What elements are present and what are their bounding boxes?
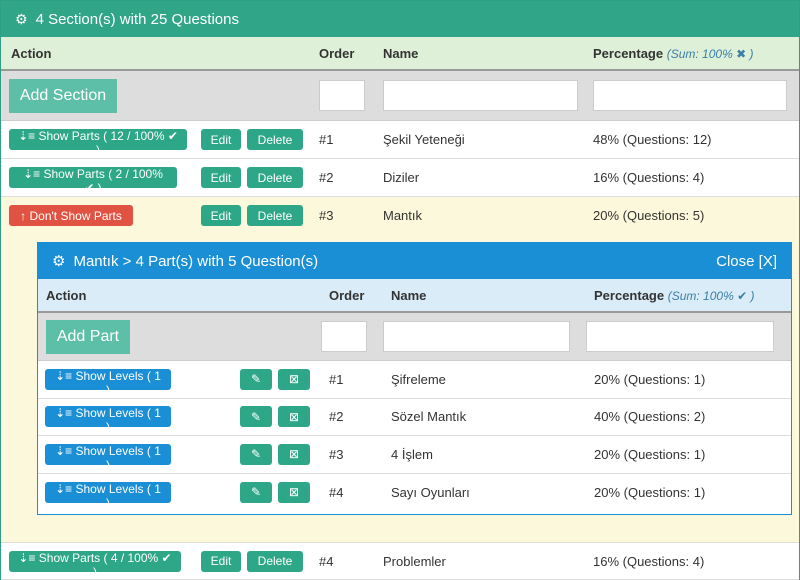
show-levels-button[interactable]: ⇣≡ Show Levels ( 1 ): [45, 368, 171, 397]
sum-indicator: (Sum: 100% ✔ ): [667, 288, 755, 303]
delete-button[interactable]: Delete: [247, 167, 303, 188]
part-row: ⇣≡ Show Levels ( 1 ) ✎ ⊠ #3 4 İşlem 20% …: [38, 436, 791, 474]
section-order: #2: [319, 170, 334, 185]
section-order: #3: [319, 208, 334, 223]
section-order: #1: [319, 132, 334, 147]
sections-panel: ⚙ 4 Section(s) with 25 Questions Action …: [0, 0, 800, 580]
name-input[interactable]: [383, 80, 578, 111]
edit-button[interactable]: Edit: [201, 550, 241, 572]
section-row-active: ↑ Don't Show Parts Edit Delete #3 Mantık…: [1, 197, 799, 235]
part-percentage: 40% (Questions: 2): [594, 409, 706, 425]
part-order-input[interactable]: [321, 321, 367, 352]
section-order: #4: [319, 553, 334, 569]
section-row: ⇣≡ Show Parts ( 4 / 100% ✔ ) Edit Delete…: [1, 542, 799, 580]
col-action: Action: [46, 287, 87, 303]
edit-button[interactable]: Edit: [201, 129, 241, 150]
show-parts-button[interactable]: ⇣≡ Show Parts ( 12 / 100% ✔ ): [9, 129, 187, 157]
part-percentage-input[interactable]: [586, 321, 774, 352]
hide-parts-button[interactable]: ↑ Don't Show Parts: [9, 205, 133, 226]
part-order: #3: [329, 446, 344, 462]
close-panel-link[interactable]: Close [X]: [716, 253, 777, 270]
col-order: Order: [329, 287, 365, 303]
edit-icon[interactable]: ✎: [240, 368, 272, 390]
delete-icon[interactable]: ⊠: [278, 481, 310, 503]
sections-column-header: Action Order Name Percentage (Sum: 100% …: [1, 37, 799, 71]
part-order: #4: [329, 484, 344, 500]
parts-title: Mantık > 4 Part(s) with 5 Question(s): [73, 253, 319, 270]
gear-icon: ⚙: [52, 253, 66, 270]
section-name: Mantık: [383, 208, 423, 223]
show-parts-button[interactable]: ⇣≡ Show Parts ( 2 / 100% ✔ ): [9, 167, 177, 195]
part-percentage: 20% (Questions: 1): [594, 484, 706, 500]
sections-title: 4 Section(s) with 25 Questions: [35, 10, 239, 28]
section-percentage: 16% (Questions: 4): [593, 170, 705, 185]
section-percentage: 16% (Questions: 4): [593, 553, 705, 569]
x-icon: ✖: [736, 46, 747, 61]
sum-indicator: (Sum: 100% ✖ ): [666, 46, 754, 61]
part-name: 4 İşlem: [391, 446, 433, 462]
part-name: Şifreleme: [391, 371, 446, 387]
delete-button[interactable]: Delete: [247, 550, 303, 572]
section-name: Şekil Yeteneği: [383, 132, 465, 147]
section-row: ⇣≡ Show Parts ( 12 / 100% ✔ ) Edit Delet…: [1, 121, 799, 159]
order-input[interactable]: [319, 80, 365, 111]
part-percentage: 20% (Questions: 1): [594, 371, 706, 387]
parts-column-header: Action Order Name Percentage (Sum: 100% …: [38, 279, 791, 313]
delete-icon[interactable]: ⊠: [278, 406, 310, 428]
part-row: ⇣≡ Show Levels ( 1 ) ✎ ⊠ #2 Sözel Mantık…: [38, 399, 791, 436]
part-order: #2: [329, 409, 344, 425]
add-section-button[interactable]: Add Section: [9, 78, 117, 113]
percentage-input[interactable]: [593, 80, 787, 111]
sections-header: ⚙ 4 Section(s) with 25 Questions: [1, 1, 799, 37]
delete-button[interactable]: Delete: [247, 205, 303, 226]
col-percentage: Percentage (Sum: 100% ✖ ): [593, 45, 754, 61]
part-row: ⇣≡ Show Levels ( 1 ) ✎ ⊠ #4 Sayı Oyunlar…: [38, 474, 791, 512]
delete-icon[interactable]: ⊠: [278, 368, 310, 390]
parts-header: ⚙ Mantık > 4 Part(s) with 5 Question(s) C…: [38, 243, 791, 279]
col-action: Action: [11, 45, 52, 61]
gear-icon: ⚙: [15, 10, 28, 27]
check-icon: ✔: [737, 288, 748, 303]
show-parts-button[interactable]: ⇣≡ Show Parts ( 4 / 100% ✔ ): [9, 550, 181, 579]
part-percentage: 20% (Questions: 1): [594, 446, 706, 462]
col-name: Name: [383, 45, 419, 61]
add-part-row: Add Part: [38, 313, 791, 361]
section-percentage: 48% (Questions: 12): [593, 132, 712, 147]
add-part-button[interactable]: Add Part: [46, 319, 130, 354]
part-name: Sözel Mantık: [391, 409, 467, 425]
section-row: ⇣≡ Show Parts ( 2 / 100% ✔ ) Edit Delete…: [1, 159, 799, 197]
part-name-input[interactable]: [383, 321, 570, 352]
section-name: Problemler: [383, 553, 446, 569]
arrow-up-icon: ↑: [20, 208, 27, 223]
edit-button[interactable]: Edit: [201, 205, 241, 226]
show-levels-button[interactable]: ⇣≡ Show Levels ( 1 ): [45, 406, 171, 434]
delete-button[interactable]: Delete: [247, 129, 303, 150]
edit-button[interactable]: Edit: [201, 167, 241, 188]
col-order: Order: [319, 45, 355, 61]
edit-icon[interactable]: ✎: [240, 481, 272, 503]
parts-panel: ⚙ Mantık > 4 Part(s) with 5 Question(s) C…: [37, 242, 792, 515]
show-levels-button[interactable]: ⇣≡ Show Levels ( 1 ): [45, 443, 171, 472]
part-name: Sayı Oyunları: [391, 484, 470, 500]
show-levels-button[interactable]: ⇣≡ Show Levels ( 1 ): [45, 481, 171, 510]
part-row: ⇣≡ Show Levels ( 1 ) ✎ ⊠ #1 Şifreleme 20…: [38, 361, 791, 399]
edit-icon[interactable]: ✎: [240, 406, 272, 428]
col-name: Name: [391, 287, 427, 303]
section-percentage: 20% (Questions: 5): [593, 208, 705, 223]
parts-container: ⚙ Mantık > 4 Part(s) with 5 Question(s) C…: [1, 233, 799, 543]
edit-icon[interactable]: ✎: [240, 443, 272, 465]
col-percentage: Percentage (Sum: 100% ✔ ): [594, 287, 755, 303]
part-order: #1: [329, 371, 344, 387]
delete-icon[interactable]: ⊠: [278, 443, 310, 465]
section-name: Diziler: [383, 170, 420, 185]
add-section-row: Add Section: [1, 71, 799, 121]
